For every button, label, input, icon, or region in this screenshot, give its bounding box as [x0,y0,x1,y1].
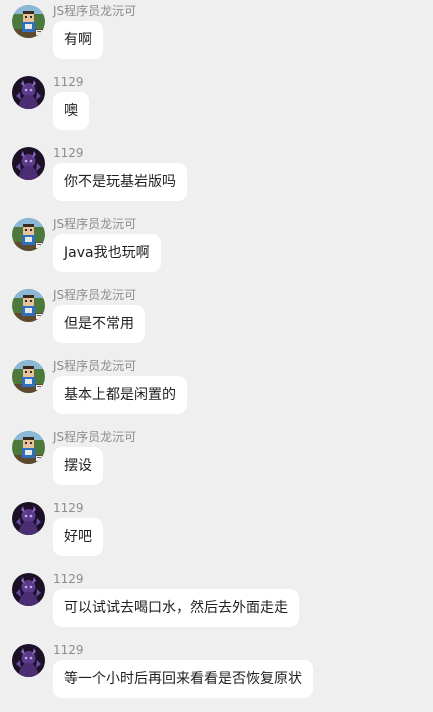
pixel-character-avatar[interactable] [12,218,45,251]
chat-message: JS程序员龙沅可 摆设 [0,428,433,499]
pixel-character-avatar[interactable] [12,289,45,322]
sender-name[interactable]: JS程序员龙沅可 [53,359,136,373]
purple-dark-avatar[interactable] [12,573,45,606]
sender-name[interactable]: 1129 [53,146,84,160]
message-bubble[interactable]: 可以试试去喝口水，然后去外面走走 [53,589,299,627]
purple-dark-avatar[interactable] [12,76,45,109]
chat-message-list[interactable]: JS程序员龙沅可 有啊 1129 噢 1129 你不是玩基岩版吗 JS程序员龙沅… [0,0,433,708]
sender-name[interactable]: JS程序员龙沅可 [53,430,136,444]
sender-name[interactable]: JS程序员龙沅可 [53,217,136,231]
pixel-character-avatar[interactable] [12,431,45,464]
message-bubble[interactable]: 等一个小时后再回来看看是否恢复原状 [53,660,313,698]
chat-message: 1129 等一个小时后再回来看看是否恢复原状 [0,641,433,712]
sender-name[interactable]: 1129 [53,572,84,586]
message-bubble[interactable]: 噢 [53,92,89,130]
chat-message: 1129 好吧 [0,499,433,570]
chat-message: JS程序员龙沅可 基本上都是闲置的 [0,357,433,428]
message-bubble[interactable]: 基本上都是闲置的 [53,376,187,414]
sender-name[interactable]: 1129 [53,643,84,657]
purple-dark-avatar[interactable] [12,644,45,677]
purple-dark-avatar[interactable] [12,147,45,180]
message-bubble[interactable]: 摆设 [53,447,103,485]
message-bubble[interactable]: 你不是玩基岩版吗 [53,163,187,201]
message-bubble[interactable]: 好吧 [53,518,103,556]
pixel-character-avatar[interactable] [12,5,45,38]
sender-name[interactable]: 1129 [53,501,84,515]
chat-message: 1129 你不是玩基岩版吗 [0,144,433,215]
message-bubble[interactable]: 有啊 [53,21,103,59]
sender-name[interactable]: JS程序员龙沅可 [53,4,136,18]
message-bubble[interactable]: 但是不常用 [53,305,145,343]
sender-name[interactable]: JS程序员龙沅可 [53,288,136,302]
chat-message: 1129 可以试试去喝口水，然后去外面走走 [0,570,433,641]
sender-name[interactable]: 1129 [53,75,84,89]
pixel-character-avatar[interactable] [12,360,45,393]
chat-message: JS程序员龙沅可 有啊 [0,2,433,73]
message-bubble[interactable]: Java我也玩啊 [53,234,161,272]
chat-message: 1129 噢 [0,73,433,144]
chat-message: JS程序员龙沅可 但是不常用 [0,286,433,357]
chat-message: JS程序员龙沅可 Java我也玩啊 [0,215,433,286]
purple-dark-avatar[interactable] [12,502,45,535]
